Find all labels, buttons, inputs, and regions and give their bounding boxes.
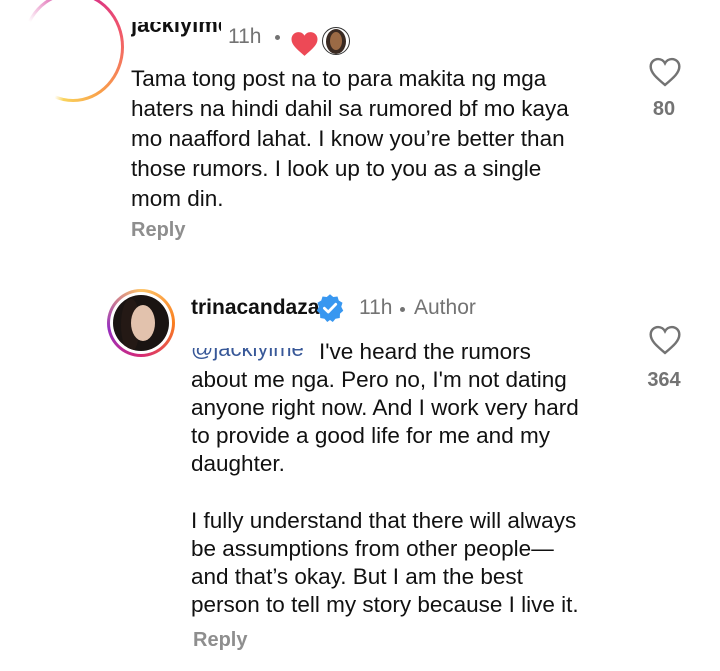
author-like-avatar [322,27,350,55]
heart-outline-icon[interactable] [648,325,682,355]
comment-timestamp: 11h [228,25,262,48]
separator-dot [275,35,280,40]
comments-screen: jackiylme 11h Tama tong post na to para … [0,0,720,671]
heart-filled-icon [291,32,318,56]
reply-username[interactable]: trinacandaza [191,296,319,320]
verified-badge-icon [316,294,344,322]
heart-outline-icon[interactable] [648,57,682,87]
like-count: 364 [647,369,681,391]
author-avatar[interactable] [107,289,175,357]
reply-text-paragraph-2: I fully understand that there will alway… [191,508,579,617]
reply-text: I've heard the rumors about me nga. Pero… [191,339,579,476]
author-label: Author [414,296,476,319]
separator-dot [400,307,405,312]
commenter-avatar[interactable] [22,0,124,102]
comment-text: Tama tong post na to para makita ng mga … [131,66,569,211]
like-count: 80 [652,98,676,120]
reply-button[interactable]: Reply [193,629,247,652]
reply-button[interactable]: Reply [131,219,185,242]
comment-username[interactable]: jackiylme [131,22,221,46]
reply-timestamp: 11h [359,296,393,319]
